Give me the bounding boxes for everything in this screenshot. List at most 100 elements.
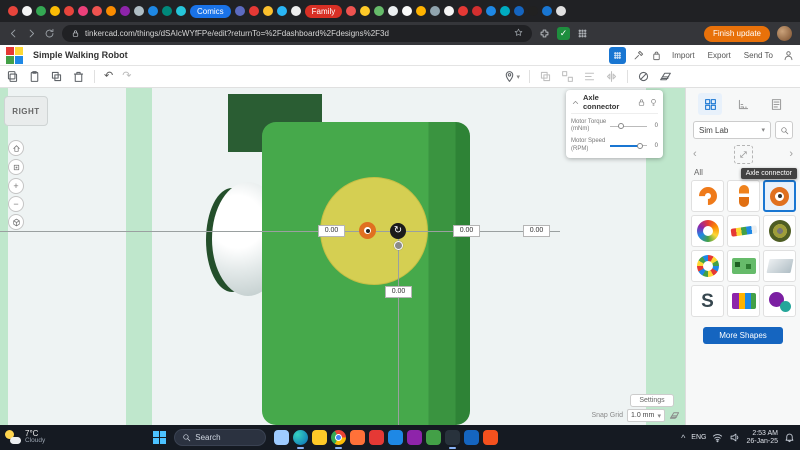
back-icon[interactable] [8,28,19,39]
start-button[interactable] [153,431,167,444]
notes-tab[interactable] [764,93,788,115]
segment-strip-icon[interactable] [727,215,760,247]
delete-trash-icon[interactable] [72,70,85,83]
extensions-puzzle-icon[interactable] [539,28,550,39]
redo-icon[interactable]: ↷ [122,71,131,82]
browser-tab[interactable] [346,6,357,16]
browser-tab[interactable] [36,6,46,16]
browser-tab[interactable] [360,6,371,16]
undo-icon[interactable]: ↶ [104,71,113,82]
browser-profile-avatar[interactable] [777,26,792,41]
extension-check-icon[interactable]: ✓ [557,27,570,40]
refresh-icon[interactable] [44,28,55,39]
browser-tab[interactable] [402,6,413,16]
collapse-chevron-icon[interactable] [571,98,580,107]
search-shapes-button[interactable] [775,121,793,139]
browser-tab[interactable] [162,6,172,16]
taskbar-app-icon[interactable] [388,430,404,445]
pcb-icon[interactable] [727,285,760,317]
browser-tab[interactable] [514,6,525,16]
profile-person-icon[interactable] [783,50,794,61]
axle-connector-shape[interactable] [359,222,376,239]
snap-grid-select[interactable]: 1.0 mm ▾ [627,409,665,422]
language-indicator[interactable]: ENG [691,434,706,441]
import-button[interactable]: Import [669,49,698,62]
tray-overflow-chevron[interactable]: ^ [681,433,685,443]
hide-toggle-icon[interactable] [637,70,650,83]
taskbar-app-icon[interactable] [293,430,309,449]
browser-tab[interactable] [134,6,144,16]
duplicate-icon[interactable] [50,70,63,83]
browser-tab[interactable] [78,6,88,16]
tire-icon[interactable] [763,215,796,247]
rotate-handle-icon[interactable]: ↻ [390,223,406,239]
more-shapes-button[interactable]: More Shapes [703,327,783,344]
taskbar-app-icon[interactable] [483,430,499,445]
copy-icon[interactable] [6,70,19,83]
taskbar-search[interactable]: Search [174,429,267,446]
motor-speed-value[interactable]: 0 [650,143,658,149]
metal-sheet-icon[interactable] [763,250,796,282]
browser-tab[interactable] [374,6,385,16]
rainbow-ring-icon[interactable] [691,215,724,247]
workplane-grid-icon[interactable] [659,70,672,83]
ungroup-icon[interactable] [561,70,574,83]
detach-panel-button[interactable] [733,145,753,164]
wifi-icon[interactable] [712,432,723,443]
browser-tab[interactable] [50,6,60,16]
bead-ring-icon[interactable] [691,250,724,282]
weather-widget[interactable]: 7°C Cloudy [5,429,45,445]
taskbar-app-icon[interactable] [369,430,385,445]
export-button[interactable]: Export [705,49,734,62]
home-view-icon[interactable] [8,140,24,156]
browser-tab[interactable] [290,6,301,16]
claw-piece-icon[interactable] [691,180,724,212]
browser-tab[interactable] [542,6,553,16]
lock-icon[interactable] [637,98,646,107]
motor-torque-value[interactable]: 0 [650,123,658,129]
browser-tab[interactable] [458,6,469,16]
lightbulb-icon[interactable] [649,98,658,107]
browser-tab[interactable] [430,6,441,16]
taskbar-clock[interactable]: 2:53 AM 26-Jan-25 [746,430,778,445]
finish-update-button[interactable]: Finish update [703,25,770,42]
dimension-input[interactable]: 0.00 [523,225,550,237]
browser-tab[interactable] [176,6,186,16]
dimension-input[interactable]: 0.00 [453,225,480,237]
browser-tab[interactable] [248,6,259,16]
perspective-toggle-icon[interactable] [8,214,24,230]
browser-tab[interactable] [92,6,102,16]
taskbar-app-icon[interactable] [274,430,290,445]
url-omnibox[interactable]: tinkercad.com/things/dSAIcWYfFPe/edit?re… [62,25,532,42]
s-bracket-icon[interactable]: S [691,285,724,317]
dimension-input[interactable]: 0.00 [318,225,345,237]
tinkercad-logo-icon[interactable] [6,46,23,64]
motor-speed-slider[interactable] [610,142,647,150]
taskbar-app-icon[interactable] [350,430,366,445]
prev-page-chevron[interactable]: ‹ [693,149,697,160]
motor-torque-slider[interactable] [610,122,647,130]
browser-tab[interactable] [528,6,539,16]
taskbar-app-icon[interactable] [407,430,423,445]
dimension-input[interactable]: 0.00 [385,286,412,298]
shop-bag-icon[interactable] [651,50,662,61]
browser-tab[interactable] [500,6,511,16]
browser-tab[interactable] [234,6,245,16]
tab-group-family[interactable]: Family [304,4,343,18]
browser-tab[interactable] [472,6,483,16]
shapes-grid-tab[interactable] [698,93,722,115]
group-icon[interactable] [539,70,552,83]
paste-icon[interactable] [28,70,41,83]
browser-tab[interactable] [64,6,74,16]
gear-set-icon[interactable] [763,285,796,317]
edit-grid-icon[interactable] [669,410,680,421]
notification-bell-icon[interactable] [784,432,795,443]
browser-tab[interactable] [444,6,455,16]
axle-connector-icon[interactable] [763,180,796,212]
browser-tab[interactable] [262,6,273,16]
browser-tab[interactable] [106,6,116,16]
browser-tab[interactable] [8,6,18,16]
align-icon[interactable] [583,70,596,83]
zoom-out-icon[interactable]: − [8,196,24,212]
bookmark-star-icon[interactable] [514,28,523,39]
